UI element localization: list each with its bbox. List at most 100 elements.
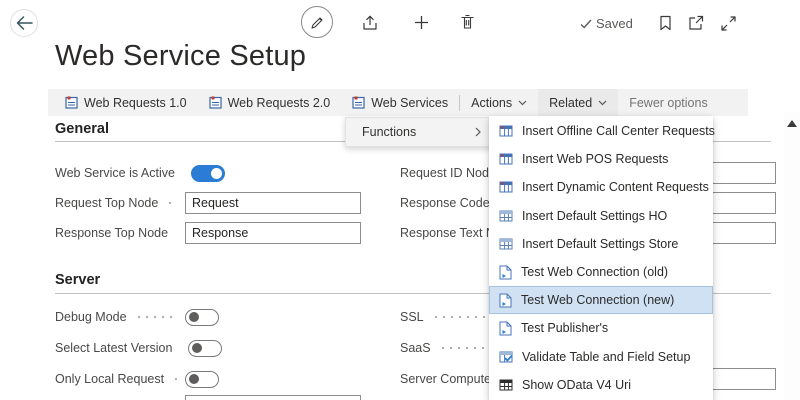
tab-label: Web Requests 1.0 xyxy=(84,96,187,110)
menu-item-insert-offline-call-center-requests[interactable]: Insert Offline Call Center Requests xyxy=(489,117,713,145)
dotted-leader xyxy=(135,315,177,319)
field-label: Only Local Request xyxy=(55,372,164,386)
tab-web-services[interactable]: Web Services xyxy=(341,89,459,116)
menu-item-validate-table-and-field-setup[interactable]: Validate Table and Field Setup xyxy=(489,343,713,371)
bookmark-icon xyxy=(659,15,672,31)
page-title: Web Service Setup xyxy=(55,40,306,73)
menu-item-test-web-connection-old[interactable]: Test Web Connection (old) xyxy=(489,258,713,286)
back-button[interactable] xyxy=(10,9,38,37)
document-run-icon xyxy=(499,265,512,280)
menu-label: Actions xyxy=(471,96,512,110)
dotted-leader xyxy=(166,201,177,205)
menu-item-insert-default-settings-store[interactable]: Insert Default Settings Store xyxy=(489,230,713,258)
menu-item-functions[interactable]: Functions xyxy=(346,118,491,146)
expand-icon xyxy=(721,16,736,31)
tab-web-requests-1-0[interactable]: Web Requests 1.0 xyxy=(54,89,198,116)
open-in-new-window-button[interactable] xyxy=(687,14,705,32)
field-label: Select Latest Version xyxy=(55,341,172,355)
tab-label: Web Services xyxy=(371,96,448,110)
tab-label: Web Requests 2.0 xyxy=(228,96,331,110)
document-run-icon xyxy=(499,293,512,308)
field-label: SaaS xyxy=(400,341,431,355)
report-icon xyxy=(352,96,365,109)
tab-web-requests-2-0[interactable]: Web Requests 2.0 xyxy=(198,89,342,116)
toggle-knob xyxy=(192,343,202,353)
chevron-right-icon xyxy=(475,127,481,137)
dotted-leader xyxy=(172,377,177,381)
field-label: Debug Mode xyxy=(55,310,127,324)
trash-icon xyxy=(460,14,475,30)
field-label: Web Service is Active xyxy=(55,166,175,180)
related-menu-button[interactable]: Related xyxy=(538,89,618,116)
menu-item-insert-default-settings-ho[interactable]: Insert Default Settings HO xyxy=(489,202,713,230)
plus-icon xyxy=(414,15,429,30)
table-icon xyxy=(499,124,513,138)
menu-item-insert-web-pos-requests[interactable]: Insert Web POS Requests xyxy=(489,145,713,173)
related-dropdown-menu: Insert Offline Call Center Requests Inse… xyxy=(489,116,713,400)
partial-bottom-input[interactable] xyxy=(185,395,361,400)
open-in-new-window-icon xyxy=(688,15,704,31)
document-run-icon xyxy=(499,321,512,336)
edit-button[interactable] xyxy=(301,6,333,38)
menu-item-show-odata-v4-uri[interactable]: Show OData V4 Uri xyxy=(489,371,713,399)
table-settings-icon xyxy=(499,237,513,251)
menu-item-label: Insert Default Settings Store xyxy=(522,237,678,251)
expand-button[interactable] xyxy=(719,14,737,32)
toggle-knob xyxy=(211,168,222,179)
field-web-service-is-active: Web Service is Active xyxy=(55,162,361,184)
field-debug-mode: Debug Mode xyxy=(55,306,361,328)
menu-item-label: Test Web Connection (old) xyxy=(521,265,668,279)
functions-submenu-panel: Functions xyxy=(345,117,492,147)
response-top-node-input[interactable] xyxy=(185,222,361,244)
section-heading-general: General xyxy=(55,121,109,137)
field-label: Request Top Node xyxy=(55,196,158,210)
vertical-scrollbar[interactable] xyxy=(784,112,800,400)
menu-item-test-publishers[interactable]: Test Publisher's xyxy=(489,314,713,342)
actions-menu-button[interactable]: Actions xyxy=(460,89,538,116)
table-check-icon xyxy=(499,350,513,364)
check-icon xyxy=(580,19,592,29)
report-icon xyxy=(65,96,78,109)
toggle-knob xyxy=(189,374,199,384)
report-icon xyxy=(209,96,222,109)
share-button[interactable] xyxy=(360,14,380,32)
section-heading-server: Server xyxy=(55,272,100,288)
menu-item-label: Validate Table and Field Setup xyxy=(522,350,690,364)
menu-item-label: Insert Dynamic Content Requests xyxy=(522,180,709,194)
delete-button[interactable] xyxy=(458,13,476,31)
toggle-knob xyxy=(189,312,199,322)
field-label: Request ID Node xyxy=(400,166,496,180)
field-select-latest-version: Select Latest Version xyxy=(55,337,361,359)
field-response-top-node: Response Top Node xyxy=(55,222,361,244)
bookmark-button[interactable] xyxy=(656,14,674,32)
menu-item-label: Insert Default Settings HO xyxy=(522,209,667,223)
table-dark-icon xyxy=(499,378,513,392)
chevron-down-icon xyxy=(598,100,607,106)
share-icon xyxy=(362,15,379,31)
scroll-up-arrow-icon[interactable] xyxy=(787,120,797,127)
field-partial-bottom xyxy=(55,395,361,400)
web-service-is-active-toggle[interactable] xyxy=(191,165,225,182)
request-top-node-input[interactable] xyxy=(185,192,361,214)
field-label: SSL xyxy=(400,310,424,324)
menu-item-label: Functions xyxy=(362,125,416,139)
fewer-options-button[interactable]: Fewer options xyxy=(618,89,719,116)
menu-item-insert-dynamic-content-requests[interactable]: Insert Dynamic Content Requests xyxy=(489,173,713,201)
pencil-icon xyxy=(310,15,325,30)
table-icon xyxy=(499,152,513,166)
menu-item-label: Test Publisher's xyxy=(521,321,608,335)
table-icon xyxy=(499,180,513,194)
field-request-top-node: Request Top Node xyxy=(55,192,361,214)
action-bar: Web Requests 1.0 Web Requests 2.0 Web Se… xyxy=(48,89,748,116)
table-settings-icon xyxy=(499,209,513,223)
menu-label: Fewer options xyxy=(629,96,708,110)
menu-item-test-web-connection-new[interactable]: Test Web Connection (new) xyxy=(489,286,713,314)
save-status: Saved xyxy=(580,16,633,31)
menu-item-label: Insert Web POS Requests xyxy=(522,152,668,166)
menu-item-label: Insert Offline Call Center Requests xyxy=(522,124,715,138)
chevron-down-icon xyxy=(518,100,527,106)
new-button[interactable] xyxy=(412,13,430,31)
only-local-request-toggle[interactable] xyxy=(185,371,219,388)
select-latest-version-toggle[interactable] xyxy=(188,340,222,357)
debug-mode-toggle[interactable] xyxy=(185,309,219,326)
